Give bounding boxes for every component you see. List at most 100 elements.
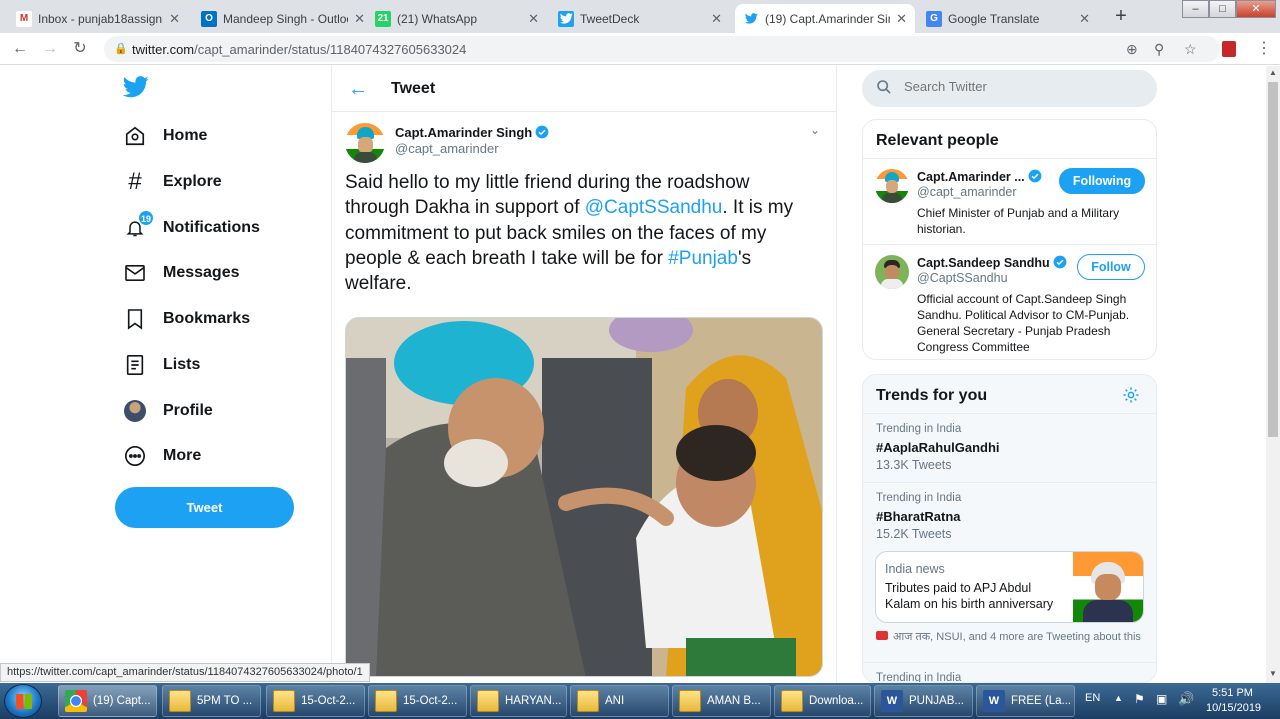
close-icon[interactable]: ✕ <box>711 11 722 27</box>
chevron-down-icon[interactable]: ⌄ <box>810 123 820 137</box>
network-icon[interactable]: ▣ <box>1156 692 1167 706</box>
taskbar-button[interactable]: 15-Oct-2... <box>368 685 467 717</box>
browser-tab[interactable]: M Inbox - punjab18assignm ✕ <box>8 4 188 33</box>
tweet-author-handle[interactable]: @capt_amarinder <box>395 141 499 156</box>
nav-label: Profile <box>163 402 213 419</box>
trend-item[interactable]: Trending in India <box>863 662 1156 682</box>
tweetdeck-icon <box>558 10 574 27</box>
taskbar-button[interactable]: 15-Oct-2... <box>266 685 365 717</box>
browser-tab[interactable]: O Mandeep Singh - Outloo ✕ <box>193 4 373 33</box>
taskbar-button[interactable]: Downloa... <box>774 685 871 717</box>
person-row[interactable]: Capt.Amarinder ... @capt_amarinder Chief… <box>863 158 1156 244</box>
scrollbar-thumb[interactable] <box>1268 82 1278 437</box>
taskbar-button[interactable]: W FREE (La... <box>976 685 1075 717</box>
tab-label: TweetDeck <box>580 11 640 26</box>
search-box[interactable] <box>862 70 1157 107</box>
nav-label: More <box>163 447 202 464</box>
nav-lists[interactable]: Lists <box>123 350 200 380</box>
taskbar-button[interactable]: 5PM TO ... <box>162 685 261 717</box>
clock-date[interactable]: 10/15/2019 <box>1206 702 1261 714</box>
trend-item[interactable]: Trending in India #AaplaRahulGandhi 13.3… <box>863 413 1156 482</box>
browser-tab[interactable]: G Google Translate ✕ <box>918 4 1098 33</box>
windows-taskbar: (19) Capt... 5PM TO ... 15-Oct-2... 15-Oct-… <box>0 683 1280 719</box>
language-indicator[interactable]: EN <box>1085 692 1100 704</box>
star-icon[interactable]: ☆ <box>1184 41 1197 58</box>
trend-context: Trending in India <box>876 423 962 435</box>
nav-bookmarks[interactable]: Bookmarks <box>123 304 250 334</box>
media-icon <box>876 631 888 640</box>
scroll-up-icon[interactable]: ▲ <box>1269 68 1277 77</box>
tray-expand-icon[interactable]: ▲ <box>1114 693 1123 703</box>
new-tab-button[interactable]: + <box>1110 6 1132 28</box>
follow-button[interactable]: Follow <box>1077 254 1145 280</box>
person-avatar[interactable] <box>875 169 909 203</box>
person-avatar[interactable] <box>875 255 909 289</box>
person-name[interactable]: Capt.Amarinder ... <box>917 169 1042 184</box>
page-title: Tweet <box>391 80 436 97</box>
close-icon[interactable]: ✕ <box>1079 11 1090 27</box>
window-close-button[interactable]: ✕ <box>1236 0 1276 18</box>
tweet-button[interactable]: Tweet <box>115 487 294 528</box>
nav-home[interactable]: Home <box>123 121 207 151</box>
browser-tab[interactable]: (19) Capt.Amarinder Sing ✕ <box>735 4 915 33</box>
zoom-icon[interactable]: ⚲ <box>1154 41 1164 58</box>
tweet-link[interactable]: @CaptSSandhu <box>585 197 723 218</box>
page-scrollbar[interactable]: ▲ ▼ <box>1266 66 1280 683</box>
nav-notifications[interactable]: 19 Notifications <box>123 210 260 243</box>
nav-label: Explore <box>163 173 222 190</box>
back-icon[interactable]: ← <box>10 39 30 59</box>
start-button[interactable] <box>4 684 42 718</box>
tab-label: Inbox - punjab18assignm <box>38 11 164 26</box>
taskbar-button[interactable]: HARYAN... <box>470 685 567 717</box>
reload-icon[interactable]: ↻ <box>70 39 90 59</box>
nav-more[interactable]: More <box>123 441 201 471</box>
minimize-button[interactable]: – <box>1182 0 1209 18</box>
twitter-icon <box>743 10 759 27</box>
nav-messages[interactable]: Messages <box>123 258 240 288</box>
following-button[interactable]: Following <box>1059 168 1145 194</box>
volume-icon[interactable]: 🔊 <box>1178 691 1194 707</box>
nav-explore[interactable]: # Explore <box>123 167 222 197</box>
browser-tab[interactable]: TweetDeck ✕ <box>550 4 730 33</box>
tweet-author-avatar[interactable] <box>345 123 385 163</box>
tweet-link[interactable]: #Punjab <box>668 248 738 269</box>
extension-icon[interactable] <box>1222 41 1236 57</box>
close-icon[interactable]: ✕ <box>169 11 180 27</box>
notification-badge: 19 <box>138 210 154 226</box>
taskbar-button[interactable]: AMAN B... <box>672 685 771 717</box>
close-icon[interactable]: ✕ <box>528 11 539 27</box>
tweet-author-name[interactable]: Capt.Amarinder Singh <box>395 125 549 140</box>
news-card[interactable]: India news Tributes paid to APJ Abdul Ka… <box>875 551 1144 623</box>
menu-icon[interactable]: ⋮ <box>1256 39 1272 59</box>
address-bar[interactable]: 🔒 twitter.com/capt_amarinder/status/1184… <box>104 36 1220 62</box>
gear-icon[interactable] <box>1122 386 1140 409</box>
person-row[interactable]: Capt.Sandeep Sandhu @CaptSSandhu Officia… <box>863 244 1156 359</box>
taskbar-button[interactable]: ANI <box>570 685 669 717</box>
search-input[interactable] <box>904 79 1144 94</box>
browser-tab[interactable]: 21 (21) WhatsApp ✕ <box>367 4 547 33</box>
trend-name: #BharatRatna <box>876 509 961 524</box>
tweet-photo[interactable] <box>345 317 823 677</box>
add-icon[interactable]: ⊕ <box>1126 41 1138 58</box>
scroll-down-icon[interactable]: ▼ <box>1269 669 1277 678</box>
trend-count: 13.3K Tweets <box>876 458 952 472</box>
clock-time[interactable]: 5:51 PM <box>1212 687 1253 699</box>
tab-label: Google Translate <box>948 11 1040 26</box>
person-name[interactable]: Capt.Sandeep Sandhu <box>917 255 1067 270</box>
tweeting-about-text: आज तक, NSUI, and 4 more are Tweeting abo… <box>876 629 1141 644</box>
twitter-logo-icon[interactable] <box>122 76 149 100</box>
forward-icon[interactable]: → <box>40 39 60 59</box>
taskbar-button-label: ANI <box>605 695 625 707</box>
back-arrow-icon[interactable]: ← <box>348 78 368 101</box>
taskbar-button[interactable]: W PUNJAB... <box>874 685 973 717</box>
nav-profile[interactable]: Profile <box>123 396 213 426</box>
close-icon[interactable]: ✕ <box>896 11 907 27</box>
flag-icon[interactable]: ⚑ <box>1134 692 1145 706</box>
nav-label: Home <box>163 127 208 144</box>
close-icon[interactable]: ✕ <box>354 11 365 27</box>
windows-logo-icon <box>16 694 32 709</box>
twitter-page: Home # Explore 19 Notifications Messages… <box>0 66 1266 683</box>
outlook-icon: O <box>201 10 217 27</box>
maximize-button[interactable]: □ <box>1209 0 1236 18</box>
taskbar-button[interactable]: (19) Capt... <box>58 685 157 717</box>
